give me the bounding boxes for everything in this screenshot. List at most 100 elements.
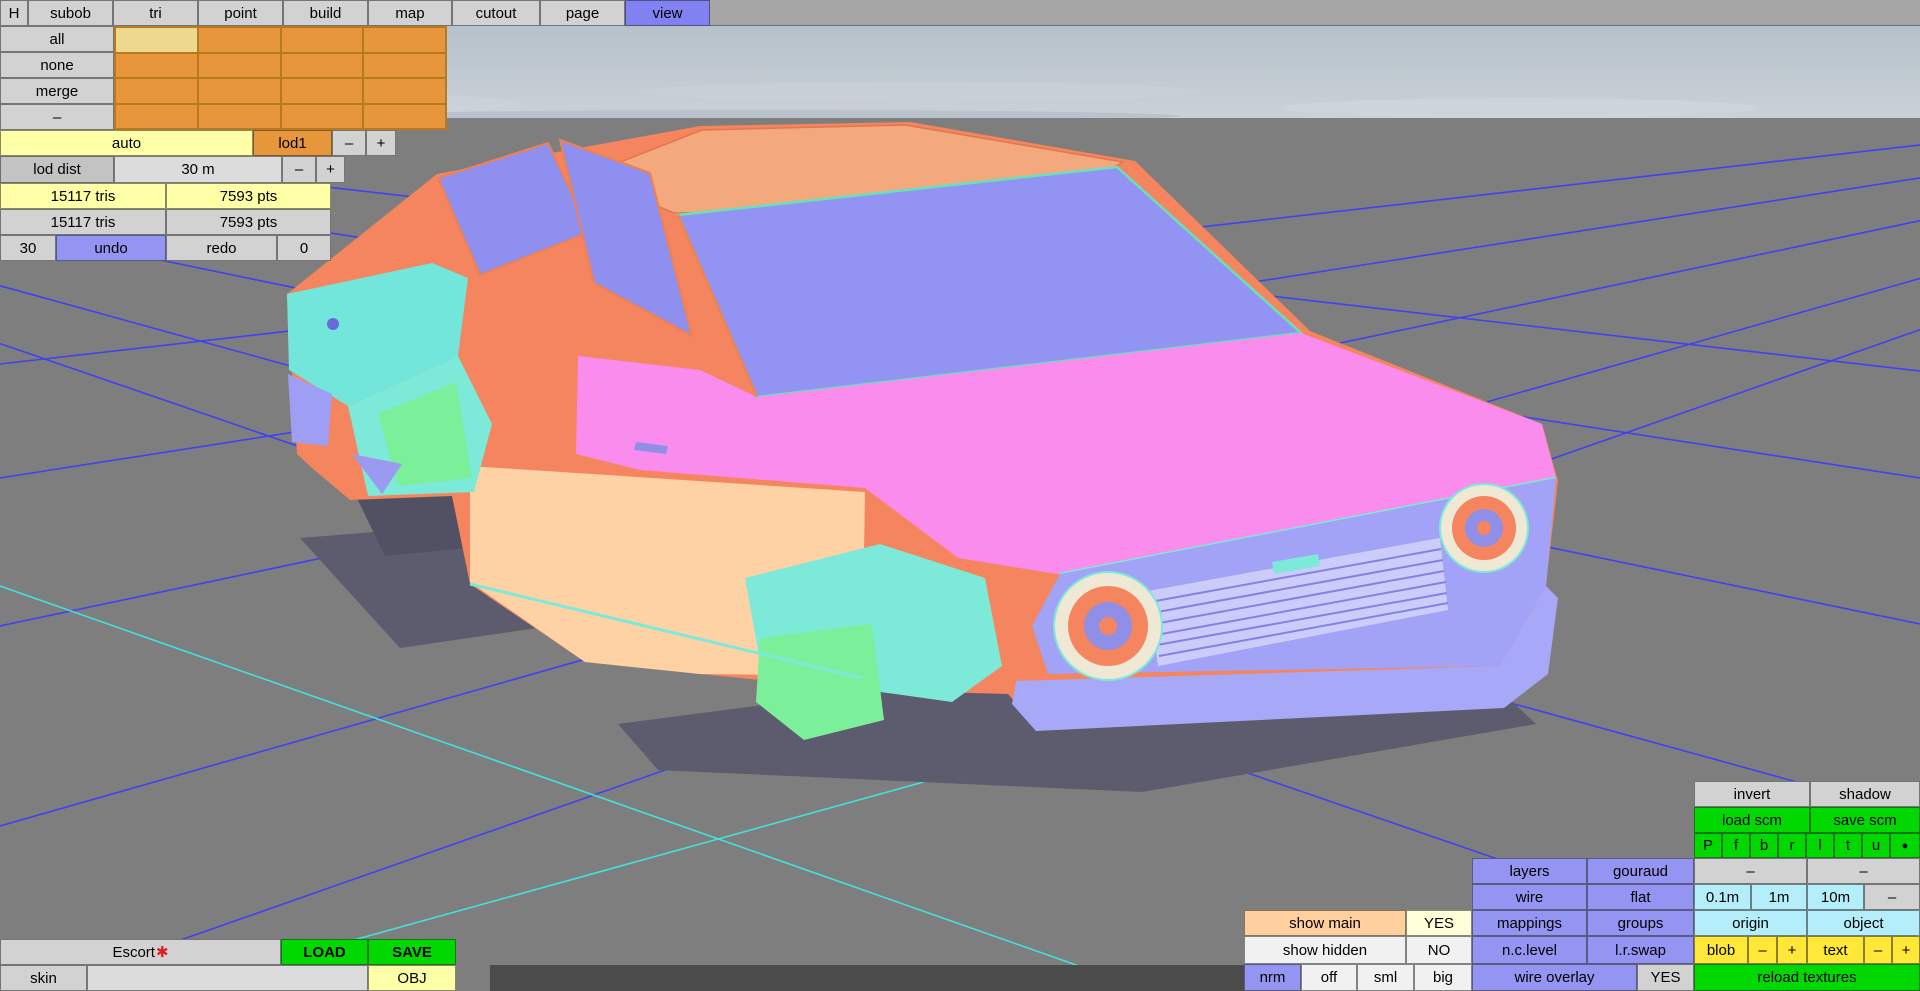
- view-dot-button[interactable]: ●: [1890, 833, 1920, 858]
- text-plus-button[interactable]: +: [1892, 936, 1920, 964]
- menu-item-tri[interactable]: tri: [113, 0, 198, 26]
- redo-button[interactable]: redo: [166, 235, 277, 261]
- wire-overlay-button[interactable]: wire overlay: [1472, 964, 1637, 991]
- model-name: Escort: [112, 943, 155, 961]
- menu-item-view[interactable]: view: [625, 0, 710, 26]
- blob-minus-button[interactable]: –: [1748, 936, 1777, 964]
- lod-auto-button[interactable]: auto: [0, 130, 253, 156]
- lod-slot[interactable]: [197, 103, 281, 129]
- select-all-button[interactable]: all: [0, 26, 114, 52]
- show-main-button[interactable]: show main: [1244, 910, 1406, 936]
- nrm-sml-button[interactable]: sml: [1357, 964, 1414, 991]
- object-button[interactable]: object: [1807, 910, 1920, 936]
- lod-minus-button[interactable]: –: [332, 130, 366, 156]
- modeler-app: H subob tri point build map cutout page …: [0, 0, 1920, 991]
- redo-steps-count: 0: [277, 235, 331, 261]
- skin-button[interactable]: skin: [0, 965, 87, 991]
- car-headlight-left: [1053, 571, 1163, 681]
- lod-slot[interactable]: [280, 52, 364, 78]
- view-left-button[interactable]: l: [1806, 833, 1834, 858]
- obj-export-button[interactable]: OBJ: [368, 965, 456, 991]
- menu-item-page[interactable]: page: [540, 0, 625, 26]
- show-hidden-button[interactable]: show hidden: [1244, 936, 1406, 964]
- view-back-button[interactable]: b: [1750, 833, 1778, 858]
- lod-slot[interactable]: [363, 27, 446, 53]
- lod-dist-value[interactable]: 30 m: [114, 156, 282, 183]
- view-top-button[interactable]: t: [1834, 833, 1862, 858]
- lr-swap-button[interactable]: l.r.swap: [1587, 936, 1694, 964]
- view-under-button[interactable]: u: [1862, 833, 1890, 858]
- nrm-off-button[interactable]: off: [1301, 964, 1357, 991]
- lod-slot[interactable]: [115, 52, 198, 78]
- status-strip: [490, 965, 1244, 991]
- menu-item-point[interactable]: point: [198, 0, 283, 26]
- lod-slot[interactable]: [363, 103, 446, 129]
- undo-button[interactable]: undo: [56, 235, 166, 261]
- lod1-button[interactable]: lod1: [253, 130, 332, 156]
- lod-slot[interactable]: [280, 78, 364, 104]
- show-hidden-value[interactable]: NO: [1406, 936, 1472, 964]
- layers-dash-button[interactable]: –: [1694, 858, 1807, 884]
- view-perspective-button[interactable]: P: [1694, 833, 1722, 858]
- car-fuel-cap: [327, 318, 339, 330]
- save-button[interactable]: SAVE: [368, 939, 456, 965]
- menu-item-cutout[interactable]: cutout: [452, 0, 540, 26]
- show-main-value[interactable]: YES: [1406, 910, 1472, 936]
- gouraud-button[interactable]: gouraud: [1587, 858, 1694, 884]
- view-right-button[interactable]: r: [1778, 833, 1806, 858]
- blob-button[interactable]: blob: [1694, 936, 1748, 964]
- undo-steps-count: 30: [0, 235, 56, 261]
- wire-overlay-value[interactable]: YES: [1637, 964, 1694, 991]
- nc-level-button[interactable]: n.c.level: [1472, 936, 1587, 964]
- menu-item-subob[interactable]: subob: [28, 0, 113, 26]
- lod-slot[interactable]: [280, 103, 364, 129]
- groups-button[interactable]: groups: [1587, 910, 1694, 936]
- shadow-button[interactable]: shadow: [1810, 781, 1920, 807]
- grid-dash-button[interactable]: –: [1864, 884, 1920, 910]
- select-dash-button[interactable]: –: [0, 104, 114, 130]
- flat-button[interactable]: flat: [1587, 884, 1694, 910]
- modified-marker: ✱: [155, 944, 169, 961]
- lod-slot[interactable]: [115, 27, 198, 53]
- car-headlight-right: [1439, 483, 1529, 573]
- grid-step-1m[interactable]: 1m: [1751, 884, 1807, 910]
- lod-dist-minus-button[interactable]: –: [282, 156, 316, 183]
- lod-slot[interactable]: [197, 78, 281, 104]
- lod-slot[interactable]: [197, 52, 281, 78]
- lod-dist-plus-button[interactable]: +: [316, 156, 345, 183]
- grid-step-01m[interactable]: 0.1m: [1694, 884, 1751, 910]
- nrm-button[interactable]: nrm: [1244, 964, 1301, 991]
- load-button[interactable]: LOAD: [281, 939, 368, 965]
- blob-plus-button[interactable]: +: [1777, 936, 1807, 964]
- lod-plus-button[interactable]: +: [366, 130, 396, 156]
- select-none-button[interactable]: none: [0, 52, 114, 78]
- menu-item-map[interactable]: map: [368, 0, 452, 26]
- lod-slot[interactable]: [280, 27, 364, 53]
- lod-slot[interactable]: [363, 52, 446, 78]
- select-merge-button[interactable]: merge: [0, 78, 114, 104]
- lod-slot[interactable]: [115, 103, 198, 129]
- grid-step-10m[interactable]: 10m: [1807, 884, 1864, 910]
- invert-button[interactable]: invert: [1694, 781, 1810, 807]
- menu-item-h[interactable]: H: [0, 0, 28, 26]
- lod-slot-grid: [114, 26, 447, 130]
- load-scm-button[interactable]: load scm: [1694, 807, 1810, 833]
- layers-dash-button2[interactable]: –: [1807, 858, 1920, 884]
- text-minus-button[interactable]: –: [1864, 936, 1892, 964]
- lod-slot[interactable]: [197, 27, 281, 53]
- model-name-field[interactable]: Escort ✱: [0, 939, 281, 965]
- total-tris-count: 15117 tris: [0, 209, 166, 235]
- lod-slot[interactable]: [115, 78, 198, 104]
- view-front-button[interactable]: f: [1722, 833, 1750, 858]
- nrm-big-button[interactable]: big: [1414, 964, 1472, 991]
- layers-button[interactable]: layers: [1472, 858, 1587, 884]
- wire-button[interactable]: wire: [1472, 884, 1587, 910]
- origin-button[interactable]: origin: [1694, 910, 1807, 936]
- save-scm-button[interactable]: save scm: [1810, 807, 1920, 833]
- skin-name-field[interactable]: [87, 965, 368, 991]
- mappings-button[interactable]: mappings: [1472, 910, 1587, 936]
- menu-item-build[interactable]: build: [283, 0, 368, 26]
- reload-textures-button[interactable]: reload textures: [1694, 964, 1920, 991]
- lod-slot[interactable]: [363, 78, 446, 104]
- text-button[interactable]: text: [1807, 936, 1864, 964]
